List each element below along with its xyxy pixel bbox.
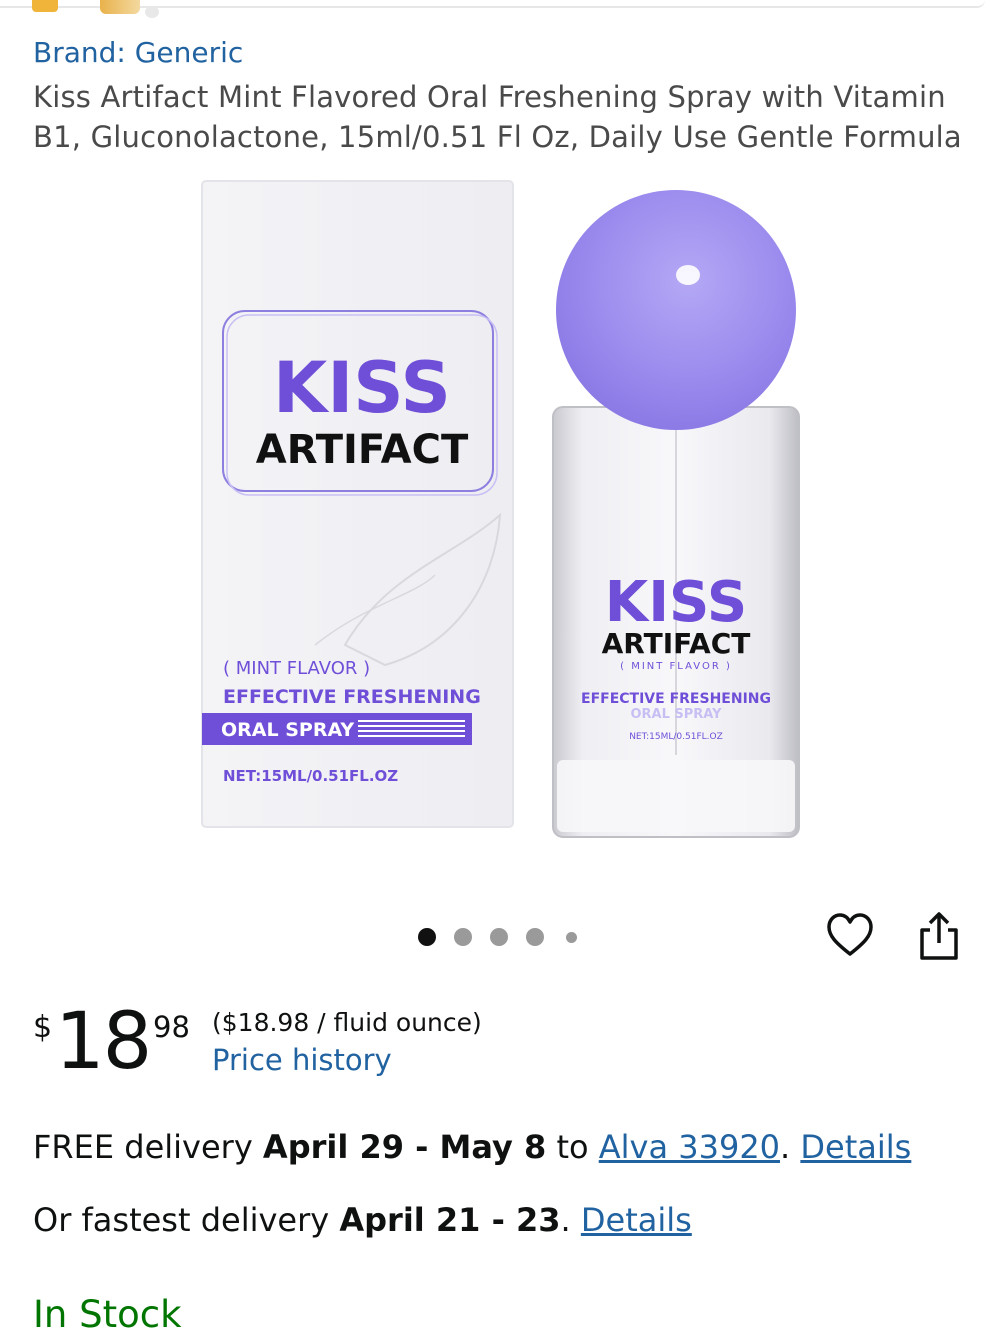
price-history-link[interactable]: Price history [212,1043,392,1077]
bottle-brand-name: KISS [605,570,747,635]
product-image[interactable]: KISS ARTIFACT ( MINT FLAVOR ) EFFECTIVE … [195,175,815,845]
product-bottle: KISS ARTIFACT ( MINT FLAVOR ) EFFECTIVE … [552,190,800,838]
punctuation: . [560,1201,571,1239]
product-box: KISS ARTIFACT ( MINT FLAVOR ) EFFECTIVE … [201,180,514,828]
price-currency: $ [33,1010,53,1045]
price-whole: 18 [55,997,152,1087]
unit-price: ($18.98 / fluid ounce) [212,1008,482,1037]
bottle-tagline: EFFECTIVE FRESHENING [581,691,771,707]
thumbnail-image [145,6,159,18]
carousel-dot[interactable] [566,932,577,943]
thumbnail-image[interactable] [100,0,140,14]
bottle-product-type: ORAL SPRAY [630,707,722,722]
fastest-delivery-message: Or fastest delivery April 21 - 23. Detai… [33,1201,692,1239]
carousel-dot-active[interactable] [418,928,436,946]
delivery-details-link[interactable]: Details [800,1128,911,1166]
box-product-type: ORAL SPRAY [221,719,354,741]
carousel-dot[interactable] [454,928,472,946]
punctuation: . [780,1128,791,1166]
thumbnail-image[interactable] [32,0,58,12]
carousel-dot[interactable] [526,928,544,946]
brand-link[interactable]: Brand: Generic [33,36,243,69]
delivery-location-link[interactable]: Alva 33920 [599,1128,780,1166]
price-fraction: 98 [153,1010,190,1044]
box-net-volume: NET:15ML/0.51FL.OZ [223,767,398,785]
stock-status: In Stock [33,1293,182,1333]
bottle-net-volume: NET:15ML/0.51FL.OZ [629,732,723,742]
bottle-flavor: ( MINT FLAVOR ) [620,661,732,672]
fastest-details-link[interactable]: Details [581,1201,692,1239]
previous-thumbnail-strip [0,0,1000,22]
box-brand-subname: ARTIFACT [256,427,469,473]
product-title: Kiss Artifact Mint Flavored Oral Freshen… [33,80,962,154]
free-delivery-message: FREE delivery April 29 - May 8 to Alva 3… [33,1128,911,1166]
share-icon[interactable] [915,910,963,962]
box-tagline: EFFECTIVE FRESHENING [223,686,481,708]
fastest-delivery-dates: April 21 - 23 [339,1201,561,1239]
free-delivery-prefix: FREE delivery [33,1128,263,1166]
box-flavor: ( MINT FLAVOR ) [223,658,370,679]
free-delivery-dates: April 29 - May 8 [262,1128,547,1166]
bottle-brand-subname: ARTIFACT [602,627,751,660]
delivery-to-text: to [546,1128,599,1166]
fastest-delivery-prefix: Or fastest delivery [33,1201,340,1239]
carousel-dot[interactable] [490,928,508,946]
heart-icon[interactable] [826,912,874,960]
box-brand-name: KISS [273,347,451,429]
